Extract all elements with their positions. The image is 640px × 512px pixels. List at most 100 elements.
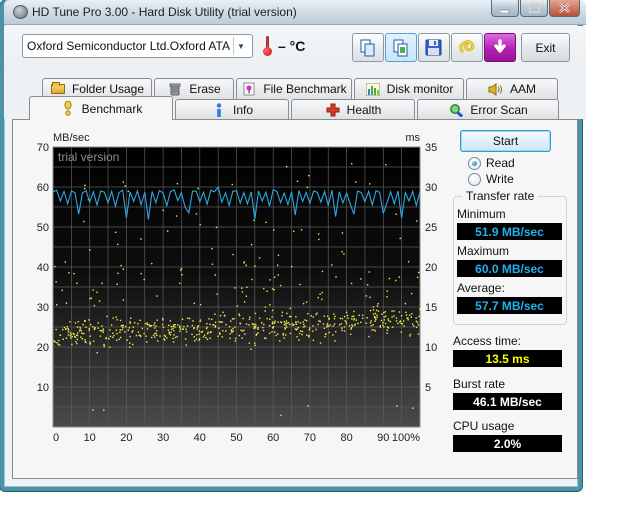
minimum-value: 51.9 MB/sec bbox=[457, 223, 562, 240]
tab-label: AAM bbox=[510, 82, 536, 96]
svg-text:50: 50 bbox=[37, 222, 49, 234]
svg-text:30: 30 bbox=[157, 432, 169, 444]
write-radio-label: Write bbox=[486, 172, 514, 186]
red-cross-icon bbox=[325, 103, 341, 117]
benchmark-page: MB/secmstrial version7060504030201035302… bbox=[12, 119, 578, 479]
burst-rate-value-text: 46.1 MB/sec bbox=[473, 395, 542, 409]
tab-disk-monitor[interactable]: Disk monitor bbox=[354, 78, 464, 99]
maximize-icon bbox=[529, 3, 540, 13]
maximum-value: 60.0 MB/sec bbox=[457, 260, 562, 277]
svg-text:10: 10 bbox=[37, 382, 49, 394]
options-icon bbox=[457, 38, 477, 58]
minimum-value-text: 51.9 MB/sec bbox=[475, 225, 544, 239]
save-icon bbox=[424, 38, 444, 58]
minimum-label: Minimum bbox=[457, 207, 506, 221]
tab-label: Info bbox=[233, 103, 253, 117]
folder-icon bbox=[50, 82, 66, 96]
file-benchmark-icon bbox=[241, 82, 257, 96]
device-select-dropdown[interactable]: Oxford Semiconductor Ltd.Oxford ATA De ▼ bbox=[22, 34, 253, 58]
app-icon bbox=[13, 5, 28, 19]
toolbar: Oxford Semiconductor Ltd.Oxford ATA De ▼… bbox=[4, 26, 586, 70]
tab-error-scan[interactable]: Error Scan bbox=[417, 99, 559, 119]
tab-label: Health bbox=[347, 103, 382, 117]
maximize-button[interactable] bbox=[520, 0, 548, 17]
write-radio[interactable]: Write bbox=[468, 172, 514, 186]
svg-text:60: 60 bbox=[267, 432, 279, 444]
access-time-label: Access time: bbox=[453, 334, 521, 348]
exit-button-label: Exit bbox=[535, 41, 555, 55]
svg-text:20: 20 bbox=[120, 432, 132, 444]
svg-text:20: 20 bbox=[425, 262, 437, 274]
svg-text:35: 35 bbox=[425, 142, 437, 154]
start-button-label: Start bbox=[493, 134, 518, 148]
cpu-usage-label: CPU usage bbox=[453, 419, 514, 433]
tab-label: Disk monitor bbox=[387, 82, 454, 96]
svg-text:30: 30 bbox=[37, 302, 49, 314]
read-radio[interactable]: Read bbox=[468, 156, 515, 170]
svg-text:20: 20 bbox=[37, 342, 49, 354]
tab-info[interactable]: Info bbox=[175, 99, 289, 119]
close-button[interactable] bbox=[549, 0, 580, 17]
tab-label: Folder Usage bbox=[72, 82, 144, 96]
device-select-value: Oxford Semiconductor Ltd.Oxford ATA De bbox=[27, 39, 233, 53]
bar-chart-icon bbox=[365, 82, 381, 96]
svg-text:25: 25 bbox=[425, 222, 437, 234]
update-check-button[interactable] bbox=[484, 33, 516, 62]
save-screenshot-button[interactable] bbox=[418, 33, 450, 62]
svg-text:40: 40 bbox=[194, 432, 206, 444]
copy-screenshot-button[interactable] bbox=[385, 33, 417, 62]
close-icon bbox=[559, 3, 570, 13]
average-label: Average: bbox=[457, 281, 505, 295]
svg-text:30: 30 bbox=[425, 182, 437, 194]
burst-rate-label: Burst rate bbox=[453, 377, 505, 391]
svg-text:70: 70 bbox=[304, 432, 316, 444]
svg-text:80: 80 bbox=[340, 432, 352, 444]
svg-text:90: 90 bbox=[377, 432, 389, 444]
average-value-text: 57.7 MB/sec bbox=[475, 299, 544, 313]
tab-benchmark[interactable]: Benchmark bbox=[29, 96, 173, 120]
average-value: 57.7 MB/sec bbox=[457, 297, 562, 314]
tab-file-benchmark[interactable]: File Benchmark bbox=[236, 78, 352, 99]
tab-label: Error Scan bbox=[470, 103, 527, 117]
tab-strip: Folder Usage Erase File Benchmark Disk m… bbox=[4, 70, 586, 119]
svg-text:ms: ms bbox=[405, 132, 420, 144]
tab-label: File Benchmark bbox=[263, 82, 346, 96]
svg-text:10: 10 bbox=[425, 342, 437, 354]
window-title: HD Tune Pro 3.00 - Hard Disk Utility (tr… bbox=[32, 5, 297, 19]
svg-text:MB/sec: MB/sec bbox=[53, 132, 90, 144]
copy-to-clipboard-button[interactable] bbox=[352, 33, 384, 62]
copy-icon bbox=[358, 38, 378, 58]
svg-text:5: 5 bbox=[425, 382, 431, 394]
temperature-label: – °C bbox=[278, 38, 305, 54]
update-download-icon bbox=[491, 39, 509, 57]
minimize-button[interactable] bbox=[491, 0, 519, 17]
burst-rate-value: 46.1 MB/sec bbox=[453, 393, 562, 410]
title-bar[interactable]: HD Tune Pro 3.00 - Hard Disk Utility (tr… bbox=[4, 0, 586, 25]
svg-text:100%: 100% bbox=[392, 432, 420, 444]
benchmark-chart: MB/secmstrial version7060504030201035302… bbox=[23, 127, 443, 457]
app-window: HD Tune Pro 3.00 - Hard Disk Utility (tr… bbox=[0, 0, 582, 491]
chevron-down-icon: ▼ bbox=[233, 37, 248, 55]
tab-health[interactable]: Health bbox=[291, 99, 415, 119]
tab-label: Erase bbox=[189, 82, 220, 96]
maximum-value-text: 60.0 MB/sec bbox=[475, 262, 544, 276]
svg-text:70: 70 bbox=[37, 142, 49, 154]
thermometer-icon bbox=[263, 36, 272, 56]
access-time-value-text: 13.5 ms bbox=[485, 352, 529, 366]
options-button[interactable] bbox=[451, 33, 483, 62]
svg-text:trial version: trial version bbox=[58, 150, 119, 164]
info-icon bbox=[211, 103, 227, 117]
svg-text:40: 40 bbox=[37, 262, 49, 274]
svg-text:50: 50 bbox=[230, 432, 242, 444]
cpu-usage-value-text: 2.0% bbox=[494, 437, 521, 451]
transfer-rate-group-label: Transfer rate bbox=[462, 189, 538, 203]
tab-label: Benchmark bbox=[82, 102, 143, 116]
svg-text:0: 0 bbox=[53, 432, 59, 444]
copy-screenshot-icon bbox=[391, 38, 411, 58]
radio-selected-icon bbox=[468, 157, 481, 170]
exit-button[interactable]: Exit bbox=[521, 33, 570, 62]
radio-icon bbox=[468, 173, 481, 186]
start-button[interactable]: Start bbox=[460, 130, 551, 152]
minimize-icon bbox=[500, 4, 510, 13]
tab-aam[interactable]: AAM bbox=[466, 78, 558, 99]
